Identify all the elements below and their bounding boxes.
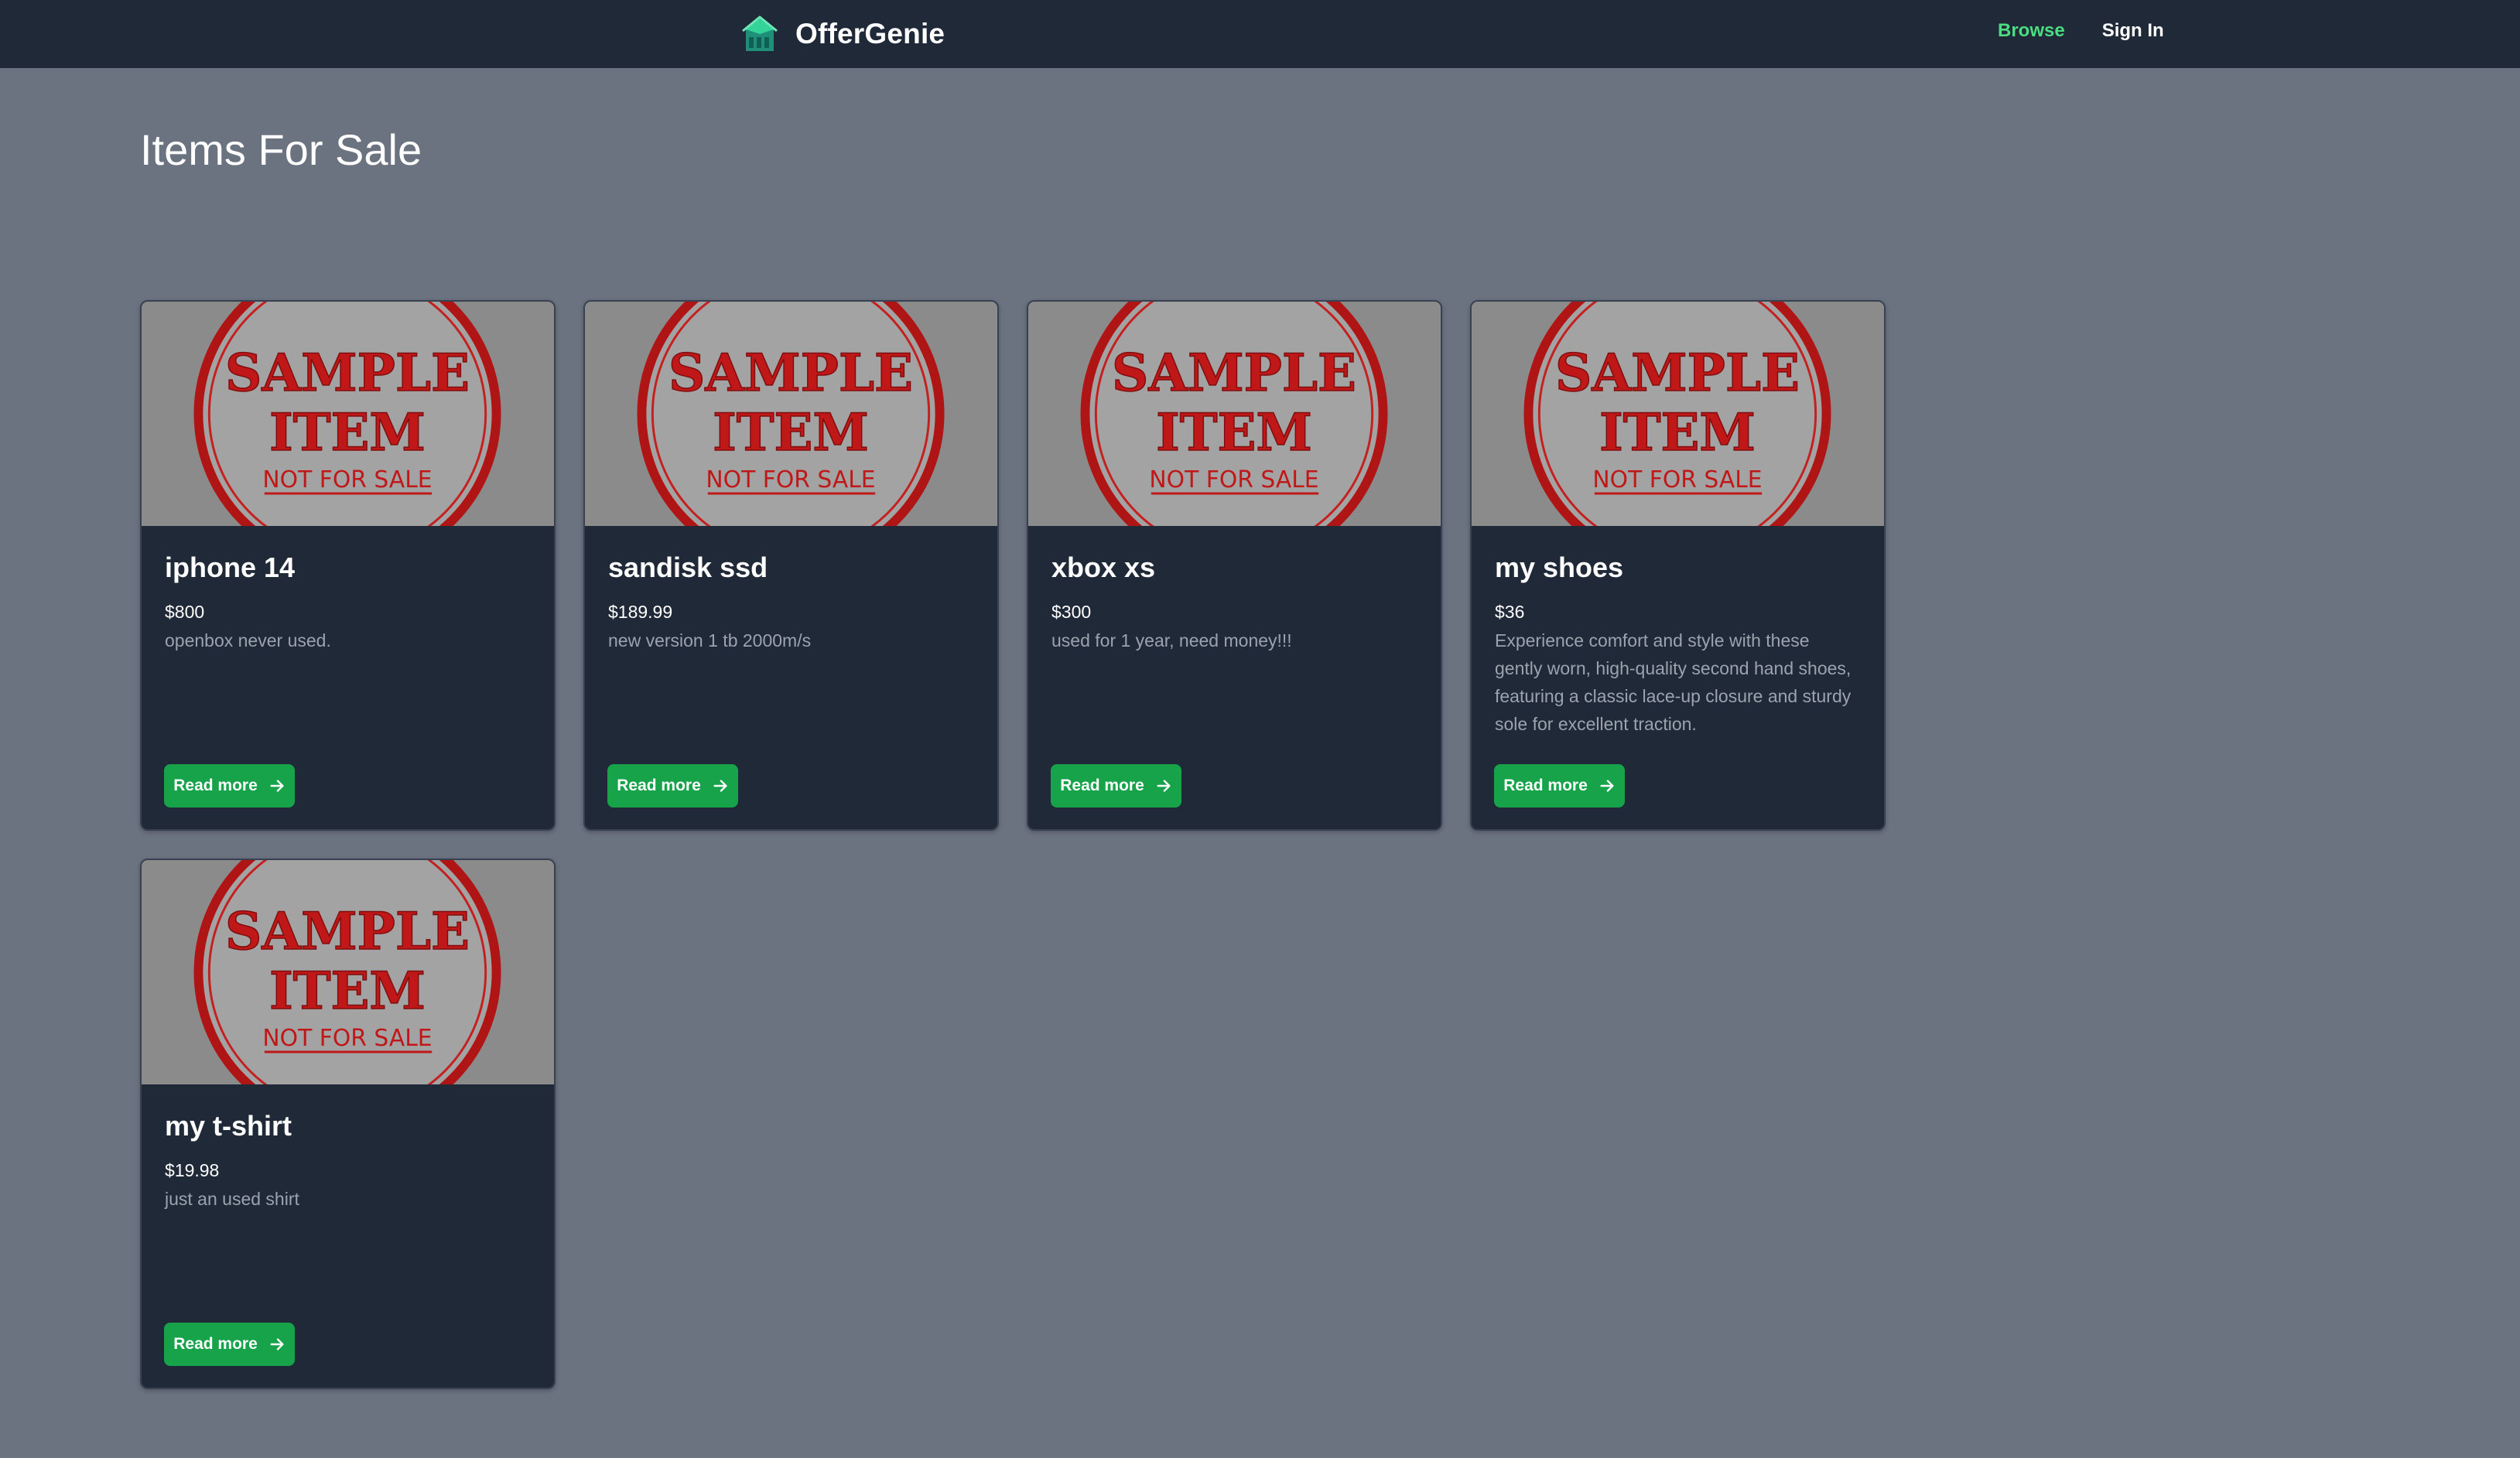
- item-title: my shoes: [1495, 551, 1624, 583]
- brand-link[interactable]: OfferGenie: [741, 11, 945, 57]
- item-description: Experience comfort and style with these …: [1495, 630, 1852, 734]
- sample-image-line1: SAMPLE: [225, 901, 470, 961]
- page-title: Items For Sale: [140, 125, 422, 174]
- item-title: sandisk ssd: [608, 551, 768, 583]
- read-more-button[interactable]: Read more: [1051, 764, 1181, 808]
- brand-name: OfferGenie: [795, 18, 945, 50]
- sample-image-line3: NOT FOR SALE: [1149, 466, 1318, 493]
- nav-browse-link[interactable]: Browse: [1998, 20, 2065, 42]
- card-body: my t-shirt $19.98 just an used shirt: [142, 1084, 554, 1213]
- item-card: SAMPLE ITEM NOT FOR SALE my shoes $36 Ex…: [1470, 300, 1886, 831]
- nav-links: Browse Sign In: [1998, 20, 2164, 42]
- store-icon: [742, 15, 778, 51]
- read-more-label: Read more: [1503, 777, 1588, 794]
- top-navbar: OfferGenie Browse Sign In: [0, 0, 2520, 68]
- sample-image-line1: SAMPLE: [1555, 343, 1800, 403]
- read-more-button[interactable]: Read more: [164, 764, 295, 808]
- item-title: my t-shirt: [165, 1110, 292, 1142]
- item-image: SAMPLE ITEM NOT FOR SALE: [1028, 302, 1441, 526]
- read-more-button[interactable]: Read more: [1494, 764, 1625, 808]
- item-card: SAMPLE ITEM NOT FOR SALE xbox xs $300 us…: [1027, 300, 1442, 831]
- read-more-button[interactable]: Read more: [607, 764, 738, 808]
- read-more-label: Read more: [617, 777, 701, 794]
- sample-image-line2: ITEM: [1599, 402, 1756, 463]
- item-image: SAMPLE ITEM NOT FOR SALE: [142, 302, 554, 526]
- item-price: $36: [1495, 602, 1525, 622]
- card-body: my shoes $36 Experience comfort and styl…: [1472, 526, 1884, 738]
- sample-image-line1: SAMPLE: [1112, 343, 1356, 403]
- item-price: $800: [165, 602, 205, 622]
- arrow-right-icon: [268, 777, 286, 794]
- item-description: openbox never used.: [165, 630, 331, 650]
- sample-image-line2: ITEM: [1156, 402, 1312, 463]
- sample-image-line2: ITEM: [269, 402, 426, 463]
- item-description: just an used shirt: [165, 1189, 299, 1209]
- item-title: xbox xs: [1051, 551, 1156, 583]
- nav-sign-in-link[interactable]: Sign In: [2102, 20, 2164, 42]
- sample-image-line3: NOT FOR SALE: [262, 1025, 432, 1052]
- sample-image-line3: NOT FOR SALE: [262, 466, 432, 493]
- sample-image-line3: NOT FOR SALE: [1592, 466, 1762, 493]
- sample-image-line1: SAMPLE: [668, 343, 913, 403]
- item-image: SAMPLE ITEM NOT FOR SALE: [142, 860, 554, 1084]
- arrow-right-icon: [1155, 777, 1172, 794]
- item-price: $300: [1051, 602, 1092, 622]
- card-body: iphone 14 $800 openbox never used.: [142, 526, 554, 654]
- arrow-right-icon: [268, 1336, 286, 1353]
- item-card: SAMPLE ITEM NOT FOR SALE sandisk ssd $18…: [583, 300, 999, 831]
- item-image: SAMPLE ITEM NOT FOR SALE: [585, 302, 997, 526]
- item-description: new version 1 tb 2000m/s: [608, 630, 812, 650]
- item-price: $19.98: [165, 1160, 220, 1180]
- item-price: $189.99: [608, 602, 673, 622]
- sample-image-line2: ITEM: [713, 402, 869, 463]
- read-more-button[interactable]: Read more: [164, 1323, 295, 1366]
- item-image: SAMPLE ITEM NOT FOR SALE: [1472, 302, 1884, 526]
- sample-image-line1: SAMPLE: [225, 343, 470, 403]
- card-body: sandisk ssd $189.99 new version 1 tb 200…: [585, 526, 997, 654]
- item-title: iphone 14: [165, 551, 296, 583]
- arrow-right-icon: [712, 777, 729, 794]
- read-more-label: Read more: [173, 777, 258, 794]
- sample-image-line2: ITEM: [269, 961, 426, 1021]
- item-description: used for 1 year, need money!!!: [1051, 630, 1292, 650]
- card-body: xbox xs $300 used for 1 year, need money…: [1028, 526, 1441, 654]
- arrow-right-icon: [1599, 777, 1616, 794]
- read-more-label: Read more: [173, 1335, 258, 1353]
- items-grid: SAMPLE ITEM NOT FOR SALE iphone 14 $800 …: [140, 300, 1886, 1389]
- read-more-label: Read more: [1060, 777, 1144, 794]
- item-card: SAMPLE ITEM NOT FOR SALE iphone 14 $800 …: [140, 300, 556, 831]
- sample-image-line3: NOT FOR SALE: [706, 466, 875, 493]
- item-card: SAMPLE ITEM NOT FOR SALE my t-shirt $19.…: [140, 859, 556, 1389]
